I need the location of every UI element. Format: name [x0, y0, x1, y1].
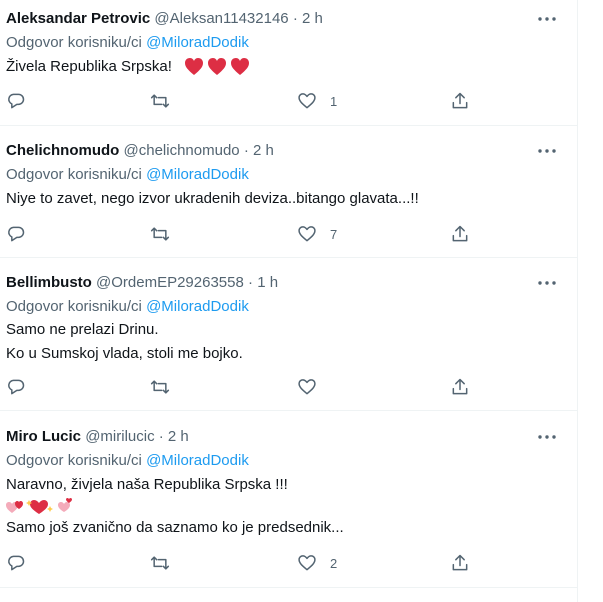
hearts-emoji	[184, 57, 250, 82]
like-button[interactable]: 1	[297, 90, 337, 112]
tweet-text-line: Samo još zvanično da saznamo ko je preds…	[6, 519, 344, 536]
timestamp[interactable]: 2 h	[302, 10, 323, 27]
tweet-text: Naravno, živjela naša Republika Srpska !…	[6, 476, 288, 494]
share-button[interactable]	[450, 552, 470, 574]
tweet[interactable]: Aleksandar Petrovic @Aleksan11432146 · 2…	[0, 0, 577, 126]
display-name[interactable]: Bellimbusto	[6, 274, 92, 291]
reply-icon	[6, 91, 26, 111]
more-icon[interactable]	[532, 428, 562, 446]
share-icon	[450, 553, 470, 573]
reply-button[interactable]	[6, 90, 26, 112]
heart-icon	[297, 224, 317, 244]
tweet-text: Niye to zavet, nego izvor ukradenih devi…	[6, 190, 419, 208]
replying-to: Odgovor korisniku/ci @MiloradDodik	[6, 34, 249, 52]
share-icon	[450, 377, 470, 397]
mention-link[interactable]: @MiloradDodik	[146, 166, 249, 183]
tweet-header: Chelichnomudo @chelichnomudo · 2 h	[6, 142, 274, 160]
share-icon	[450, 224, 470, 244]
more-icon[interactable]	[532, 142, 562, 160]
display-name[interactable]: Chelichnomudo	[6, 142, 119, 159]
display-name[interactable]: Miro Lucic	[6, 428, 81, 445]
tweet-text: Živela Republika Srpska!	[6, 58, 172, 76]
tweet-header: Aleksandar Petrovic @Aleksan11432146 · 2…	[6, 10, 323, 28]
share-button[interactable]	[450, 376, 470, 398]
like-button[interactable]	[297, 376, 330, 398]
sparkling-hearts-emoji	[6, 497, 72, 520]
like-count: 7	[330, 226, 338, 242]
retweet-button[interactable]	[149, 376, 171, 398]
retweet-icon	[149, 377, 171, 397]
like-button[interactable]: 2	[297, 552, 337, 574]
tweet[interactable]: Miro Lucic @mirilucic · 2 h Odgovor kori…	[0, 411, 577, 588]
separator: ·	[243, 142, 249, 159]
share-button[interactable]	[450, 223, 470, 245]
reply-button[interactable]	[6, 223, 26, 245]
tweet[interactable]: Bellimbusto @OrdemEP29263558 · 1 h Odgov…	[0, 258, 577, 411]
timestamp[interactable]: 2 h	[253, 142, 274, 159]
tweet-header: Bellimbusto @OrdemEP29263558 · 1 h	[6, 274, 278, 292]
separator: ·	[248, 274, 254, 291]
user-handle[interactable]: @chelichnomudo	[124, 142, 240, 159]
tweet-text: Samo ne prelazi Drinu. Ko u Sumskoj vlad…	[6, 321, 243, 363]
replying-to-label: Odgovor korisniku/ci	[6, 34, 142, 51]
like-button[interactable]: 7	[297, 223, 337, 245]
replying-to-label: Odgovor korisniku/ci	[6, 298, 142, 315]
tweet-header: Miro Lucic @mirilucic · 2 h	[6, 428, 189, 446]
retweet-button[interactable]	[149, 223, 171, 245]
replying-to: Odgovor korisniku/ci @MiloradDodik	[6, 298, 249, 316]
reply-feed: Aleksandar Petrovic @Aleksan11432146 · 2…	[0, 0, 578, 602]
user-handle[interactable]: @mirilucic	[85, 428, 154, 445]
share-button[interactable]	[450, 90, 470, 112]
tweet-text-line: Samo ne prelazi Drinu.	[6, 321, 159, 338]
tweet[interactable]: Chelichnomudo @chelichnomudo · 2 h Odgov…	[0, 126, 577, 258]
timestamp[interactable]: 2 h	[168, 428, 189, 445]
retweet-icon	[149, 91, 171, 111]
more-icon[interactable]	[532, 10, 562, 28]
display-name[interactable]: Aleksandar Petrovic	[6, 10, 150, 27]
retweet-icon	[149, 224, 171, 244]
reply-icon	[6, 224, 26, 244]
more-icon[interactable]	[532, 274, 562, 292]
replying-to-label: Odgovor korisniku/ci	[6, 452, 142, 469]
user-handle[interactable]: @Aleksan11432146	[154, 10, 288, 27]
mention-link[interactable]: @MiloradDodik	[146, 452, 249, 469]
mention-link[interactable]: @MiloradDodik	[146, 34, 249, 51]
retweet-icon	[149, 553, 171, 573]
heart-icon	[297, 377, 317, 397]
replying-to: Odgovor korisniku/ci @MiloradDodik	[6, 166, 249, 184]
retweet-button[interactable]	[149, 90, 171, 112]
tweet-text-line: Naravno, živjela naša Republika Srpska !…	[6, 476, 288, 493]
timestamp[interactable]: 1 h	[257, 274, 278, 291]
like-count: 2	[330, 555, 338, 571]
replying-to: Odgovor korisniku/ci @MiloradDodik	[6, 452, 249, 470]
reply-icon	[6, 553, 26, 573]
tweet-text-line: Ko u Sumskoj vlada, stoli me bojko.	[6, 345, 243, 362]
tweet-text-line: Živela Republika Srpska!	[6, 58, 172, 75]
heart-icon	[297, 91, 317, 111]
share-icon	[450, 91, 470, 111]
replying-to-label: Odgovor korisniku/ci	[6, 166, 142, 183]
reply-button[interactable]	[6, 376, 26, 398]
tweet-text: Samo još zvanično da saznamo ko je preds…	[6, 519, 344, 537]
separator: ·	[292, 10, 298, 27]
separator: ·	[158, 428, 164, 445]
tweet-text-line: Niye to zavet, nego izvor ukradenih devi…	[6, 190, 419, 207]
user-handle[interactable]: @OrdemEP29263558	[96, 274, 244, 291]
like-count: 1	[330, 93, 338, 109]
mention-link[interactable]: @MiloradDodik	[146, 298, 249, 315]
reply-button[interactable]	[6, 552, 26, 574]
reply-icon	[6, 377, 26, 397]
retweet-button[interactable]	[149, 552, 171, 574]
heart-icon	[297, 553, 317, 573]
